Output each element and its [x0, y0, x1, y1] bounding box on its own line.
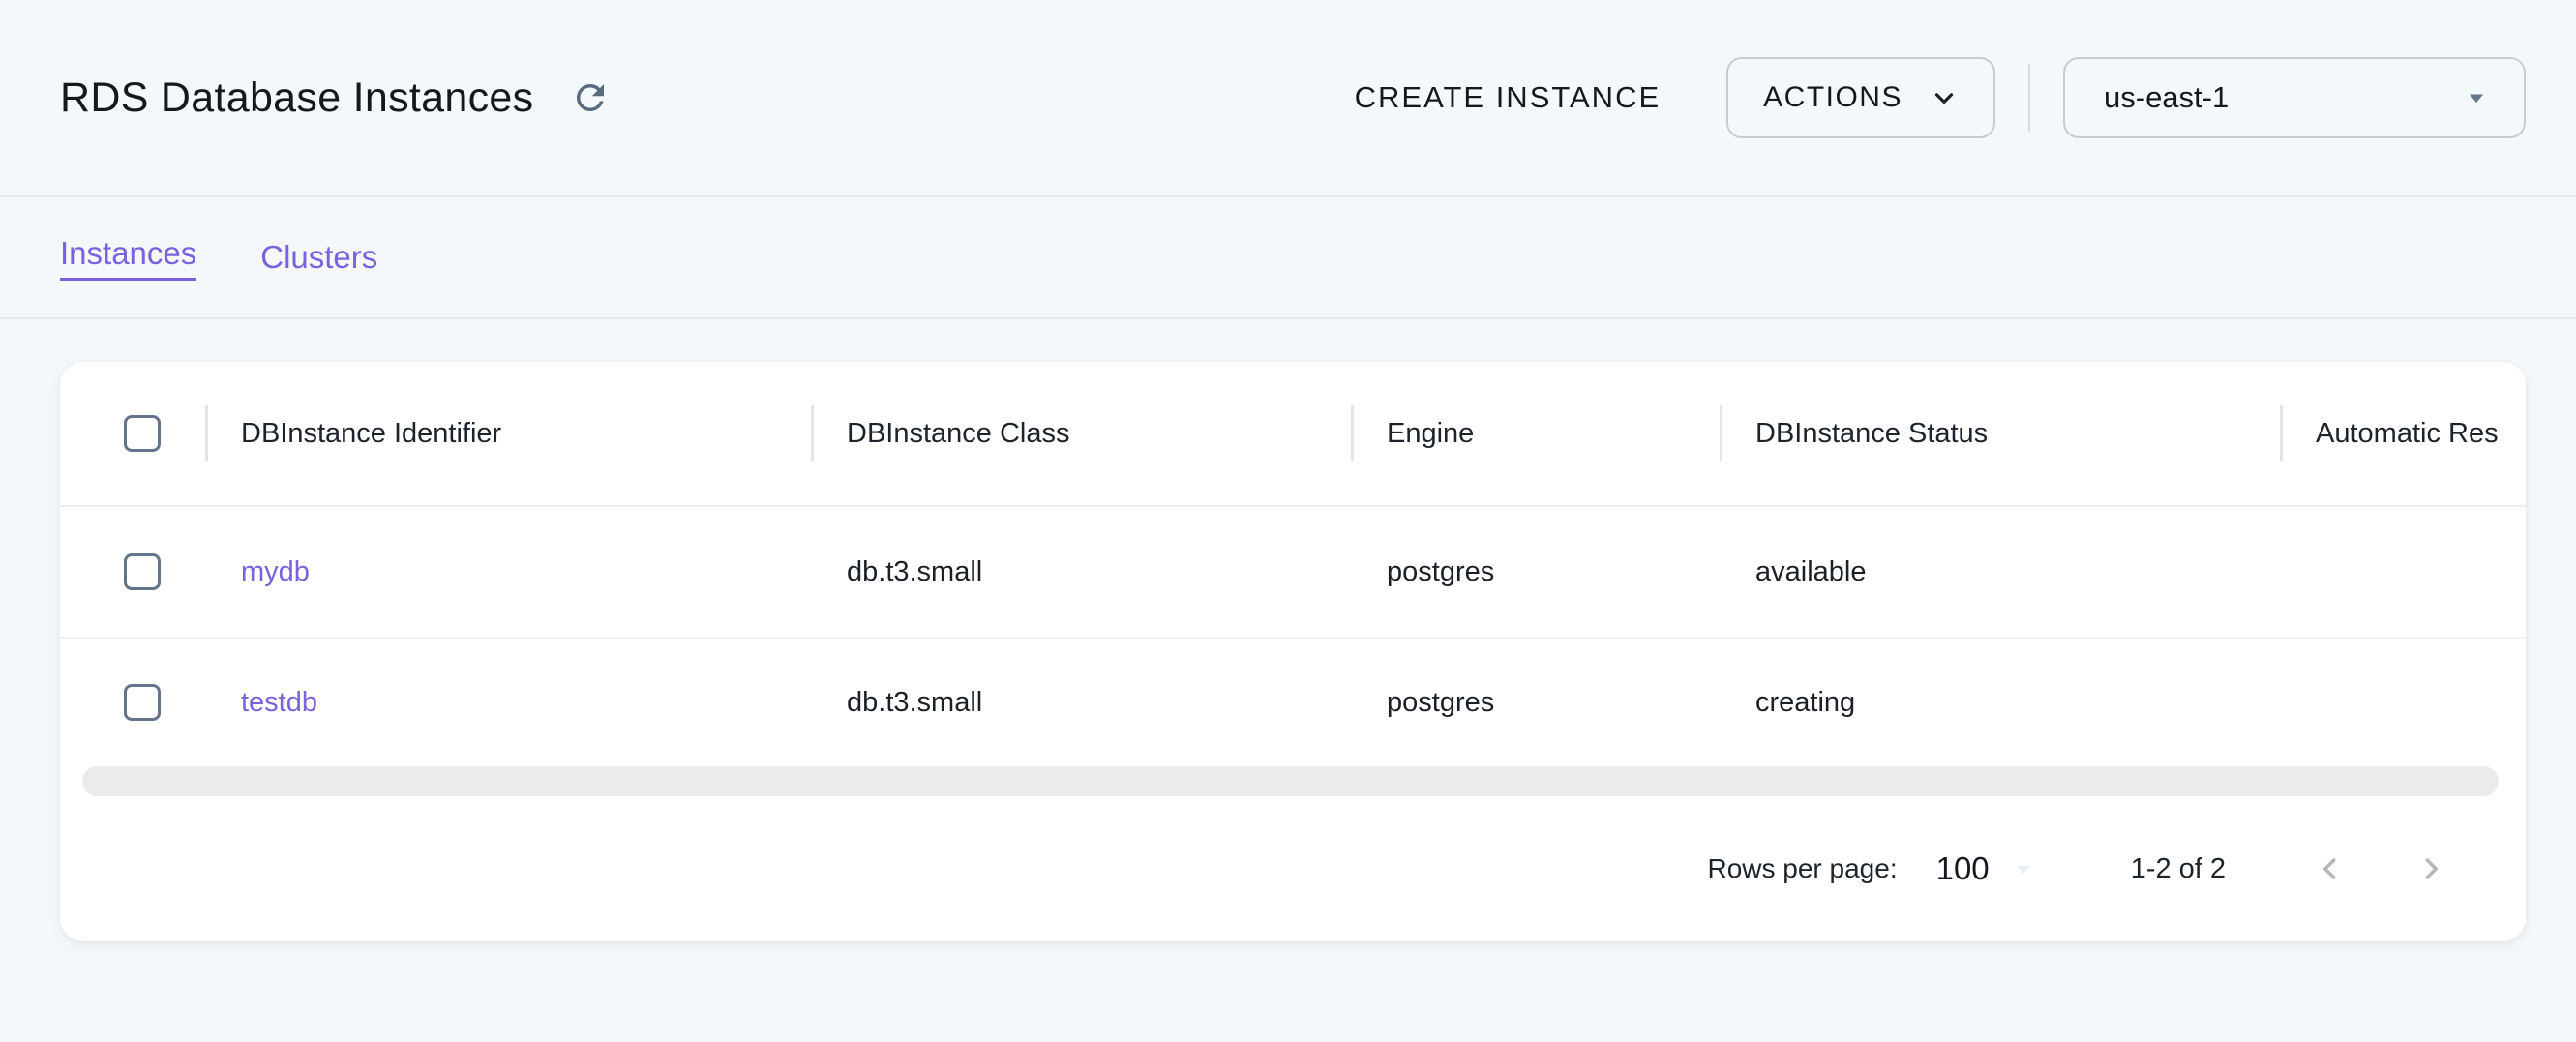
refresh-icon — [570, 77, 611, 118]
cell-engine: postgres — [1351, 507, 1720, 637]
cell-status: available — [1720, 507, 2280, 637]
horizontal-scrollbar[interactable] — [82, 766, 2499, 796]
rows-per-page-label: Rows per page: — [1707, 853, 1897, 884]
instances-card: DBInstance Identifier DBInstance Class E… — [60, 362, 2526, 941]
column-header-automatic-res[interactable]: Automatic Res — [2280, 362, 2526, 505]
top-bar: RDS Database Instances CREATE INSTANCE A… — [0, 0, 2576, 197]
cell-class: db.t3.small — [811, 639, 1351, 766]
cell-identifier: mydb — [205, 507, 811, 637]
instances-table: DBInstance Identifier DBInstance Class E… — [60, 362, 2526, 766]
next-page-button[interactable] — [2408, 846, 2454, 892]
toolbar-divider — [2028, 64, 2030, 132]
table-scroll-area: DBInstance Identifier DBInstance Class E… — [60, 362, 2526, 766]
refresh-button[interactable] — [562, 70, 618, 126]
page-title: RDS Database Instances — [60, 74, 533, 122]
caret-down-icon — [2460, 81, 2493, 114]
tab-clusters[interactable]: Clusters — [260, 239, 377, 276]
chevron-left-icon — [2313, 851, 2348, 886]
region-select-value: us-east-1 — [2104, 80, 2229, 115]
chevron-right-icon — [2413, 851, 2448, 886]
rows-per-page-value: 100 — [1936, 850, 1990, 887]
cell-status: creating — [1720, 639, 2280, 766]
pagination-range: 1-2 of 2 — [2131, 853, 2226, 885]
select-all-checkbox[interactable] — [124, 415, 161, 452]
table-header-row: DBInstance Identifier DBInstance Class E… — [60, 362, 2526, 507]
actions-button-label: ACTIONS — [1763, 81, 1902, 114]
region-select[interactable]: us-east-1 — [2063, 57, 2526, 138]
tab-instances[interactable]: Instances — [60, 235, 196, 281]
column-header-engine[interactable]: Engine — [1351, 362, 1720, 505]
cell-automatic-res — [2280, 507, 2526, 637]
table-row[interactable]: mydb db.t3.small postgres available — [60, 507, 2526, 637]
row-checkbox-cell — [60, 639, 205, 766]
column-header-dbinstance-status[interactable]: DBInstance Status — [1720, 362, 2280, 505]
chevron-down-icon — [1930, 83, 1959, 112]
cell-engine: postgres — [1351, 639, 1720, 766]
cell-identifier: testdb — [205, 639, 811, 766]
row-checkbox-cell — [60, 507, 205, 637]
actions-dropdown-button[interactable]: ACTIONS — [1726, 57, 1995, 138]
create-instance-button[interactable]: CREATE INSTANCE — [1345, 67, 1671, 129]
cell-automatic-res — [2280, 639, 2526, 766]
tab-bar: Instances Clusters — [0, 197, 2576, 319]
column-header-dbinstance-identifier[interactable]: DBInstance Identifier — [205, 362, 811, 505]
cell-class: db.t3.small — [811, 507, 1351, 637]
row-checkbox[interactable] — [124, 553, 161, 590]
rds-admin-screen: RDS Database Instances CREATE INSTANCE A… — [0, 0, 2576, 1042]
previous-page-button[interactable] — [2307, 846, 2353, 892]
rows-per-page-select[interactable]: 100 — [1936, 850, 2038, 887]
instance-link[interactable]: mydb — [241, 556, 310, 588]
header-checkbox-cell — [60, 362, 205, 505]
row-checkbox[interactable] — [124, 684, 161, 721]
instance-link[interactable]: testdb — [241, 687, 317, 719]
caret-down-icon — [2009, 854, 2038, 883]
pagination-bar: Rows per page: 100 1-2 of 2 — [60, 796, 2526, 941]
column-header-dbinstance-class[interactable]: DBInstance Class — [811, 362, 1351, 505]
table-row[interactable]: testdb db.t3.small postgres creating — [60, 637, 2526, 766]
